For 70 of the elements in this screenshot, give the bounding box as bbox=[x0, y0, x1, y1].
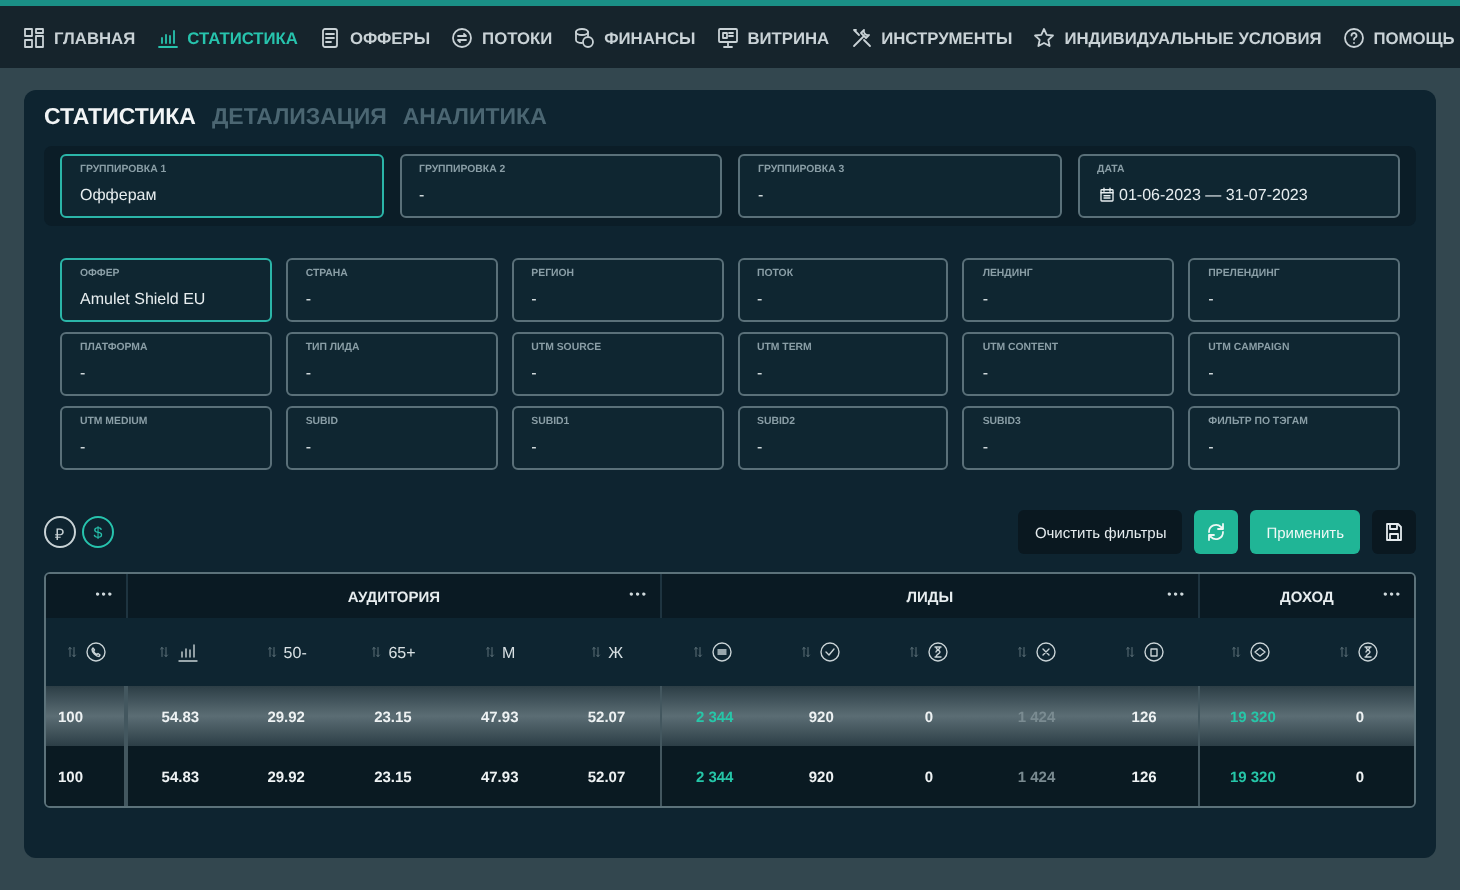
field-value: - bbox=[305, 364, 313, 382]
grid-icon bbox=[22, 25, 46, 49]
currency-toggle[interactable]: ₽ bbox=[44, 516, 76, 548]
sort-icon bbox=[692, 644, 705, 660]
field-value: - bbox=[982, 364, 990, 382]
nav-link[interactable]: ФИНАНСЫ bbox=[572, 25, 696, 49]
field-value: - bbox=[419, 186, 427, 204]
field-value: - bbox=[80, 438, 88, 456]
field-value: - bbox=[982, 290, 990, 308]
refresh-icon bbox=[1204, 520, 1229, 544]
field-value: 01-06-2023 — 31-07-2023 bbox=[1119, 186, 1308, 204]
field-value: - bbox=[80, 364, 88, 382]
field-value: - bbox=[758, 186, 766, 204]
bar-chart-icon bbox=[155, 25, 180, 49]
phone-icon bbox=[83, 640, 107, 664]
nav-link[interactable]: ИНСТРУМЕНТЫ bbox=[849, 25, 1013, 49]
field-value: - bbox=[982, 438, 990, 456]
sort-icon bbox=[907, 644, 920, 660]
field-value: - bbox=[1208, 438, 1216, 456]
sort-icon bbox=[65, 644, 77, 660]
nav-link[interactable]: ПОТОКИ bbox=[450, 25, 553, 49]
sort-icon bbox=[158, 644, 171, 660]
monitor-icon bbox=[715, 25, 740, 49]
currency-toggle[interactable]: $ bbox=[82, 516, 114, 548]
nav-link[interactable]: ПОМОЩЬ bbox=[1341, 25, 1455, 49]
save-button[interactable] bbox=[1372, 510, 1416, 554]
sort-icon bbox=[370, 644, 383, 660]
help-icon bbox=[1341, 25, 1366, 49]
nav-link[interactable]: ВИТРИНА bbox=[715, 25, 830, 49]
field-value: - bbox=[531, 438, 539, 456]
cross-circle-icon bbox=[1033, 640, 1058, 664]
column-header[interactable]: 50- bbox=[283, 643, 307, 661]
column-header[interactable]: М bbox=[502, 643, 516, 661]
star-icon bbox=[1032, 25, 1057, 49]
calendar-icon bbox=[1097, 186, 1115, 204]
sort-icon bbox=[800, 644, 813, 660]
sort-icon bbox=[1015, 644, 1028, 660]
field-value: - bbox=[757, 290, 765, 308]
sort-icon bbox=[484, 644, 497, 660]
refresh-button[interactable] bbox=[1194, 510, 1239, 554]
field-value: - bbox=[757, 364, 765, 382]
field-value: Офферам bbox=[80, 186, 159, 204]
list-icon bbox=[317, 25, 342, 49]
column-header[interactable]: 65+ bbox=[388, 643, 416, 661]
check-circle-icon bbox=[818, 640, 843, 664]
equals-circle-icon bbox=[710, 640, 735, 664]
sort-icon bbox=[590, 644, 603, 660]
sort-icon bbox=[1338, 644, 1351, 660]
field-value: - bbox=[531, 364, 539, 382]
field-value: - bbox=[531, 290, 539, 308]
nav-link[interactable]: ИНДИВИДУАЛЬНЫЕ УСЛОВИЯ bbox=[1032, 25, 1322, 49]
field-value: - bbox=[1208, 290, 1216, 308]
sort-icon bbox=[1123, 644, 1136, 660]
field-value: - bbox=[757, 438, 765, 456]
save-icon bbox=[1382, 520, 1406, 544]
column-header[interactable]: Ж bbox=[608, 643, 623, 661]
nav-link[interactable]: СТАТИСТИКА bbox=[155, 25, 298, 49]
nav-link[interactable]: ОФФЕРЫ bbox=[317, 25, 431, 49]
field-value: - bbox=[305, 290, 313, 308]
nav-link[interactable]: ГЛАВНАЯ bbox=[22, 25, 136, 49]
field-value: Amulet Shield EU bbox=[80, 290, 208, 308]
sort-icon bbox=[265, 644, 278, 660]
bar-chart-icon bbox=[176, 640, 201, 664]
swap-icon bbox=[450, 25, 475, 49]
sort-icon bbox=[1230, 644, 1243, 660]
tools-icon bbox=[849, 25, 874, 49]
coins-icon bbox=[572, 25, 597, 49]
tab[interactable]: СТАТИСТИКА bbox=[44, 106, 196, 130]
field-value: - bbox=[1208, 364, 1216, 382]
field-value: - bbox=[305, 438, 313, 456]
